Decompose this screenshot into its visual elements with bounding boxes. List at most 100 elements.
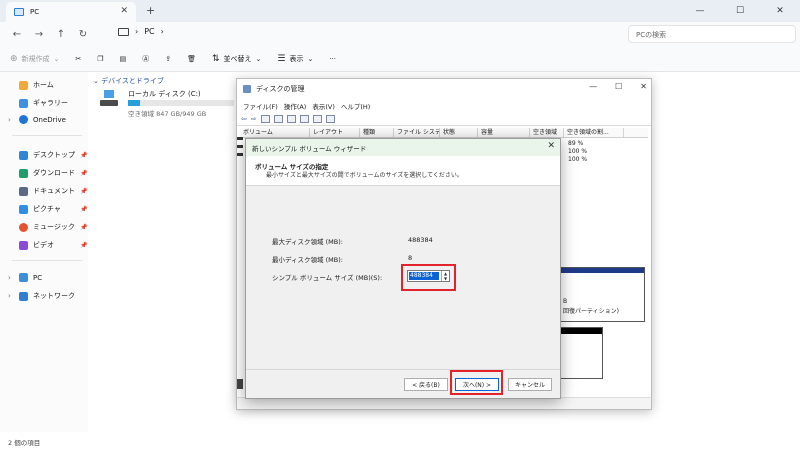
sidebar-item-pc[interactable]: › PC [8,273,42,282]
chevron-right-icon: › [135,27,139,36]
list-icon[interactable] [286,114,296,123]
breadcrumb-pc[interactable]: PC [144,27,154,36]
cancel-button[interactable]: キャンセル [508,378,552,391]
sidebar: ホーム ギャラリー › OneDrive デスクトップ 📌 ダウンロード 📌 ド… [0,72,88,432]
column-type[interactable]: 種類 [360,128,394,137]
pin-icon[interactable]: 📌 [80,152,87,159]
column-capacity[interactable]: 容量 [478,128,530,137]
column-status[interactable]: 状態 [440,128,478,137]
new-label: 新規作成 [21,54,50,63]
column-free-space[interactable]: 空き領域 [530,128,564,137]
download-icon [19,168,28,178]
menu-help[interactable]: ヘルプ(H) [341,101,370,111]
back-arrow-icon[interactable]: ← [6,29,28,40]
sidebar-item-onedrive[interactable]: › OneDrive [8,115,66,124]
desktop-icon [19,150,28,160]
column-volume[interactable]: ボリューム [240,128,310,137]
copy-icon[interactable]: ❐ [97,55,103,63]
document-icon [19,186,28,196]
partition-block[interactable]: B 回復パーティション) [559,267,645,322]
more-options-icon[interactable]: ··· [329,55,336,63]
column-filesystem[interactable]: ファイル システム [394,128,440,137]
menu-action[interactable]: 操作(A) [284,101,307,111]
back-arrow-icon[interactable]: ⇦ [241,115,247,123]
group-header[interactable]: ⌄ デバイスとドライブ [93,76,164,86]
close-window-icon[interactable]: ✕ [760,0,800,22]
sidebar-item-pictures[interactable]: ピクチャ 📌 [8,204,87,214]
chevron-right-icon[interactable]: › [8,116,14,124]
search-input[interactable]: PCの検索 [628,25,796,43]
free-percent-cell: 100 % [568,156,588,163]
sidebar-item-label: デスクトップ [33,151,75,159]
wizard-titlebar[interactable]: 新しいシンプル ボリューム ウィザード ✕ [246,139,560,156]
sidebar-item-label: ネットワーク [33,292,75,300]
free-percent-values: 89 % 100 % 100 % [568,140,587,164]
chevron-right-icon[interactable]: › [8,292,14,300]
maximize-icon[interactable]: ☐ [615,82,622,91]
pin-icon[interactable]: 📌 [80,242,87,249]
tab-pc[interactable]: PC ✕ [6,2,136,22]
view-label: 表示 [289,54,304,63]
picture-icon [19,204,28,214]
plus-circle-icon: ⊕ [10,53,18,64]
partition-size-text: B [563,298,568,305]
paste-icon[interactable]: ▤ [120,55,127,63]
cut-icon[interactable]: ✂ [75,55,81,63]
sidebar-item-label: ミュージック [33,223,75,231]
column-free-percent[interactable]: 空き領域の割... [564,128,624,137]
breadcrumb[interactable]: › PC › [118,27,164,36]
delete-icon[interactable]: 🗑 [187,55,196,63]
sidebar-item-downloads[interactable]: ダウンロード 📌 [8,168,87,178]
close-icon[interactable]: ✕ [547,141,555,151]
refresh-icon[interactable]: ↻ [72,29,94,40]
check-icon[interactable] [312,114,322,123]
sidebar-item-label: ドキュメント [33,187,75,195]
sidebar-item-videos[interactable]: ビデオ 📌 [8,240,87,250]
forward-arrow-icon[interactable]: → [28,29,50,40]
close-window-icon[interactable]: ✕ [640,82,647,91]
sidebar-item-desktop[interactable]: デスクトップ 📌 [8,150,87,160]
unallocated-block[interactable] [559,327,603,379]
sidebar-item-documents[interactable]: ドキュメント 📌 [8,186,87,196]
window-controls: — ☐ ✕ [680,0,800,22]
drive-free-space: 空き領域 847 GB/949 GB [128,110,207,118]
pin-icon[interactable]: 📌 [80,170,87,177]
column-layout[interactable]: レイアウト [310,128,360,137]
sidebar-item-home[interactable]: ホーム [8,80,54,90]
menu-view[interactable]: 表示(V) [312,101,335,111]
disk-management-titlebar[interactable]: ディスクの管理 — ☐ ✕ [237,79,651,99]
view-button[interactable]: ☰ 表示 ⌄ [277,54,313,64]
menu-file[interactable]: ファイル(F) [243,101,278,111]
new-tab-icon[interactable]: + [146,4,155,17]
sort-button[interactable]: ⇅ 並べ替え ⌄ [212,54,261,64]
sidebar-item-label: ギャラリー [33,99,68,107]
sidebar-item-music[interactable]: ミュージック 📌 [8,222,87,232]
key-icon[interactable] [299,114,309,123]
new-button[interactable]: ⊕ 新規作成 ⌄ [10,54,59,64]
share-icon[interactable]: ⇪ [165,55,171,63]
drive-name: ローカル ディスク (C:) [128,90,201,98]
sidebar-item-network[interactable]: › ネットワーク [8,291,75,301]
console-icon[interactable] [260,114,270,123]
up-arrow-icon[interactable]: ↑ [50,29,72,40]
maximize-icon[interactable]: ☐ [720,0,760,22]
sidebar-item-label: ホーム [33,81,54,89]
pin-icon[interactable]: 📌 [80,206,87,213]
rename-icon[interactable]: Ⓐ [142,54,149,64]
close-tab-icon[interactable]: ✕ [120,6,128,16]
chevron-right-icon[interactable]: › [8,274,14,282]
forward-arrow-icon[interactable]: ⇨ [251,115,257,123]
volume-row-marker [237,145,243,148]
back-button[interactable]: < 戻る(B) [404,378,448,391]
minimize-icon[interactable]: — [589,82,597,91]
properties-icon[interactable] [325,114,335,123]
sidebar-item-gallery[interactable]: ギャラリー [8,98,68,108]
chevron-down-icon: ⌄ [307,54,314,63]
pin-icon[interactable]: 📌 [80,188,87,195]
scrollbar[interactable] [237,379,243,389]
status-bar: 2 個の項目 [0,432,800,450]
cloud-icon [19,115,28,124]
pin-icon[interactable]: 📌 [80,224,87,231]
minimize-icon[interactable]: — [680,0,720,22]
help-icon[interactable] [273,114,283,123]
